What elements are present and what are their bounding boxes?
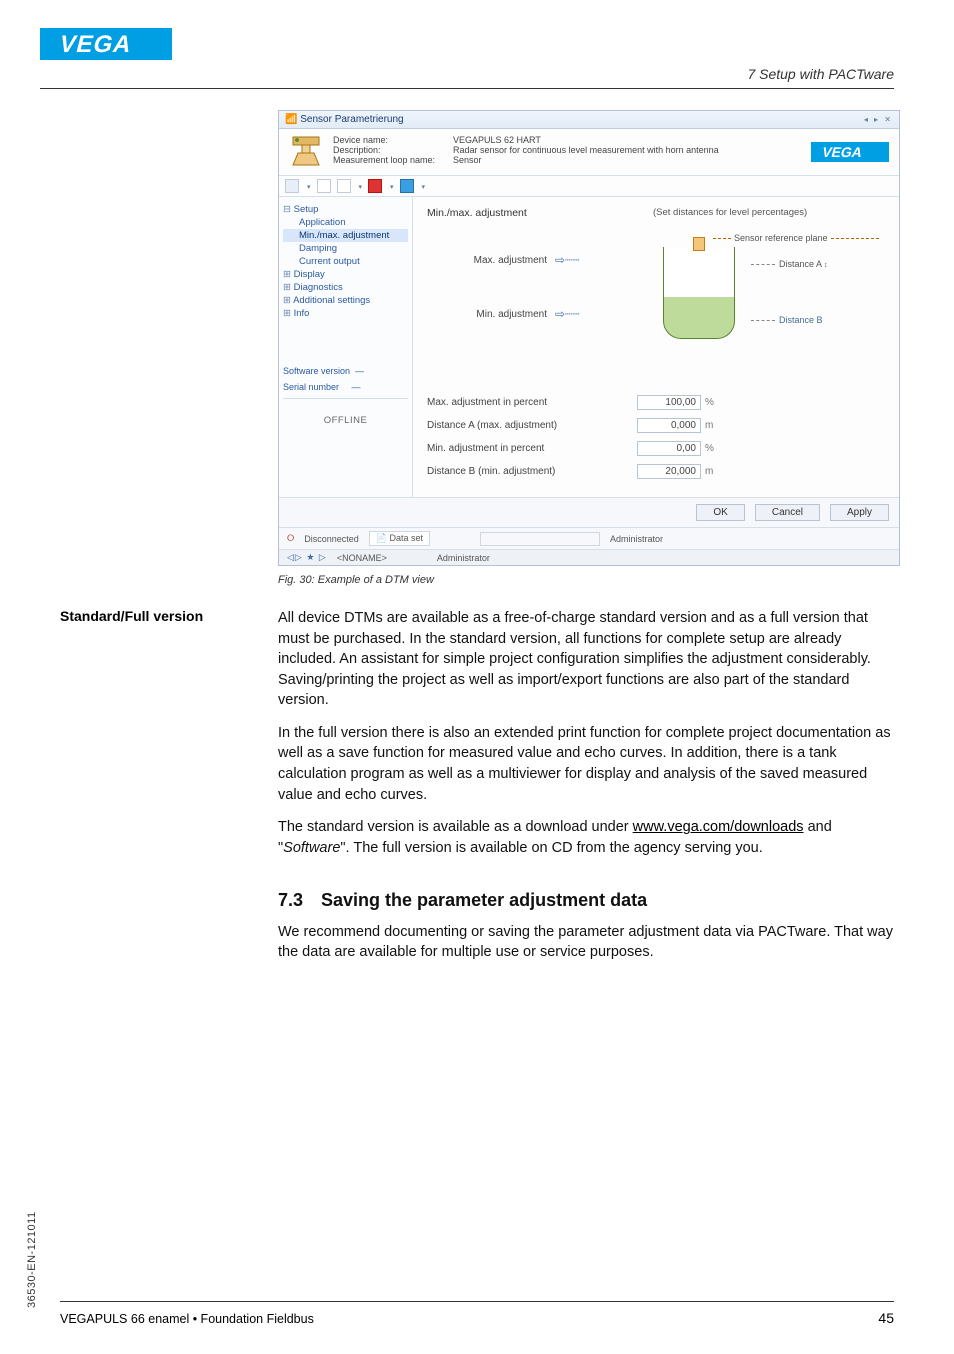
max-adj-percent-input[interactable]: 100,00 <box>637 395 701 410</box>
distance-b-input[interactable]: 20,000 <box>637 464 701 479</box>
toolbar-button[interactable] <box>368 179 382 193</box>
header-section-title: 7 Setup with PACTware <box>747 66 894 82</box>
device-icon <box>289 135 323 169</box>
dtm-main-panel: Min./max. adjustment (Set distances for … <box>413 197 899 497</box>
svg-text:VEGA: VEGA <box>57 31 136 58</box>
status-disconnected: Disconnected <box>304 534 359 544</box>
unit-percent: % <box>701 443 721 454</box>
software-version-value: — <box>355 366 364 376</box>
status-admin: Administrator <box>610 534 663 544</box>
status-dataset: 📄 Data set <box>369 531 430 546</box>
tree-application[interactable]: Application <box>283 216 408 229</box>
tree-current-output[interactable]: Current output <box>283 255 408 268</box>
min-adj-percent-label: Min. adjustment in percent <box>427 443 637 454</box>
loop-name-value: Sensor <box>453 155 482 165</box>
dtm-status-bar-2: ◁▷ ★ ▷ <NONAME> Administrator <box>279 549 899 565</box>
toolbar-button[interactable] <box>337 179 351 193</box>
serial-number-value: — <box>352 382 361 392</box>
toolbar-dropdown-icon[interactable] <box>357 181 363 192</box>
apply-button[interactable]: Apply <box>830 504 889 521</box>
vega-logo: VEGA <box>40 28 172 60</box>
status-admin-2: Administrator <box>437 553 490 563</box>
toolbar-dropdown-icon[interactable] <box>305 181 311 192</box>
header-rule <box>40 88 894 89</box>
toolbar-button[interactable] <box>285 179 299 193</box>
tree-display[interactable]: Display <box>283 268 408 281</box>
arrow-icon: ⇨┈┈ <box>555 253 580 267</box>
status-noname: <NONAME> <box>337 553 387 563</box>
heading-number: 7.3 <box>278 890 303 910</box>
loop-name-label: Measurement loop name: <box>333 155 453 165</box>
arrow-icon: ⇨┈┈ <box>555 307 580 321</box>
tree-damping[interactable]: Damping <box>283 242 408 255</box>
paragraph-download: The standard version is available as a d… <box>278 817 894 858</box>
distance-b-label: Distance B <box>751 315 851 325</box>
tree-additional-settings[interactable]: Additional settings <box>283 294 408 307</box>
distance-a-label: Distance A <box>751 259 851 269</box>
dtm-title-text: Sensor Parametrierung <box>300 114 403 125</box>
tree-diagnostics[interactable]: Diagnostics <box>283 281 408 294</box>
description-label: Description: <box>333 145 453 155</box>
footer-product-name: VEGAPULS 66 enamel • Foundation Fieldbus <box>60 1312 314 1326</box>
distance-a-param-label: Distance A (max. adjustment) <box>427 420 637 431</box>
description-value: Radar sensor for continuous level measur… <box>453 145 719 155</box>
tree-setup[interactable]: Setup <box>283 203 408 216</box>
status-disconnected-icon: ⭘ <box>287 533 294 544</box>
footer-page-number: 45 <box>878 1310 894 1326</box>
toolbar-dropdown-icon[interactable] <box>420 181 426 192</box>
unit-m: m <box>701 420 721 431</box>
distance-labels: Distance A Distance B <box>751 255 851 325</box>
serial-number-label: Serial number <box>283 382 339 392</box>
device-name-label: Device name: <box>333 135 453 145</box>
dtm-title-icon: 📶 <box>285 114 300 125</box>
vega-mini-logo: VEGA <box>811 142 889 162</box>
dtm-status-bar: ⭘ Disconnected 📄 Data set Administrator <box>279 527 899 549</box>
paragraph-saving-data: We recommend documenting or saving the p… <box>278 922 894 963</box>
unit-percent: % <box>701 397 721 408</box>
cancel-button[interactable]: Cancel <box>755 504 820 521</box>
toolbar-help-button[interactable] <box>400 179 414 193</box>
reference-plane-label: Sensor reference plane <box>713 233 879 243</box>
device-name-value: VEGAPULS 62 HART <box>453 135 541 145</box>
paragraph-standard-version: All device DTMs are available as a free-… <box>278 608 894 711</box>
dtm-window: 📶 Sensor Parametrierung ◂ ▸ ✕ Device nam… <box>278 110 900 566</box>
max-adj-percent-label: Max. adjustment in percent <box>427 397 637 408</box>
document-id-vertical: 36530-EN-121011 <box>26 1211 38 1308</box>
distance-b-param-label: Distance B (min. adjustment) <box>427 466 637 477</box>
figure-caption: Fig. 30: Example of a DTM view <box>278 574 894 586</box>
offline-indicator: OFFLINE <box>283 415 408 426</box>
vessel-diagram <box>663 247 735 339</box>
distance-a-input[interactable]: 0,000 <box>637 418 701 433</box>
status-spacer <box>480 532 600 546</box>
toolbar-dropdown-icon[interactable] <box>388 181 394 192</box>
side-label-standard-full: Standard/Full version <box>60 608 278 870</box>
dtm-device-fields: Device name:VEGAPULS 62 HART Description… <box>333 135 719 165</box>
heading-7-3: 7.3 Saving the parameter adjustment data <box>278 888 894 914</box>
heading-text: Saving the parameter adjustment data <box>321 890 647 910</box>
status-nav-icons[interactable]: ◁▷ ★ ▷ <box>287 552 327 563</box>
panel-hint: (Set distances for level percentages) <box>653 207 807 218</box>
toolbar-button[interactable] <box>317 179 331 193</box>
dtm-button-bar: OK Cancel Apply <box>279 497 899 527</box>
unit-m: m <box>701 466 721 477</box>
paragraph-full-version: In the full version there is also an ext… <box>278 723 894 805</box>
tree-info[interactable]: Info <box>283 307 408 320</box>
min-adjustment-label: Min. adjustment <box>427 309 547 320</box>
nav-tree: Setup Application Min./max. adjustment D… <box>279 197 413 497</box>
footer-rule <box>60 1301 894 1302</box>
download-link[interactable]: www.vega.com/downloads <box>633 819 804 835</box>
ok-button[interactable]: OK <box>696 504 744 521</box>
software-version-label: Software version <box>283 366 350 376</box>
software-italic: Software <box>283 840 340 856</box>
tree-minmax-adjustment[interactable]: Min./max. adjustment <box>283 229 408 242</box>
dtm-toolbar <box>279 176 899 197</box>
dtm-header: Device name:VEGAPULS 62 HART Description… <box>279 129 899 176</box>
svg-text:VEGA: VEGA <box>820 145 864 161</box>
dtm-window-controls[interactable]: ◂ ▸ ✕ <box>864 115 893 124</box>
min-adj-percent-input[interactable]: 0,00 <box>637 441 701 456</box>
dtm-titlebar: 📶 Sensor Parametrierung ◂ ▸ ✕ <box>279 111 899 129</box>
max-adjustment-label: Max. adjustment <box>427 255 547 266</box>
